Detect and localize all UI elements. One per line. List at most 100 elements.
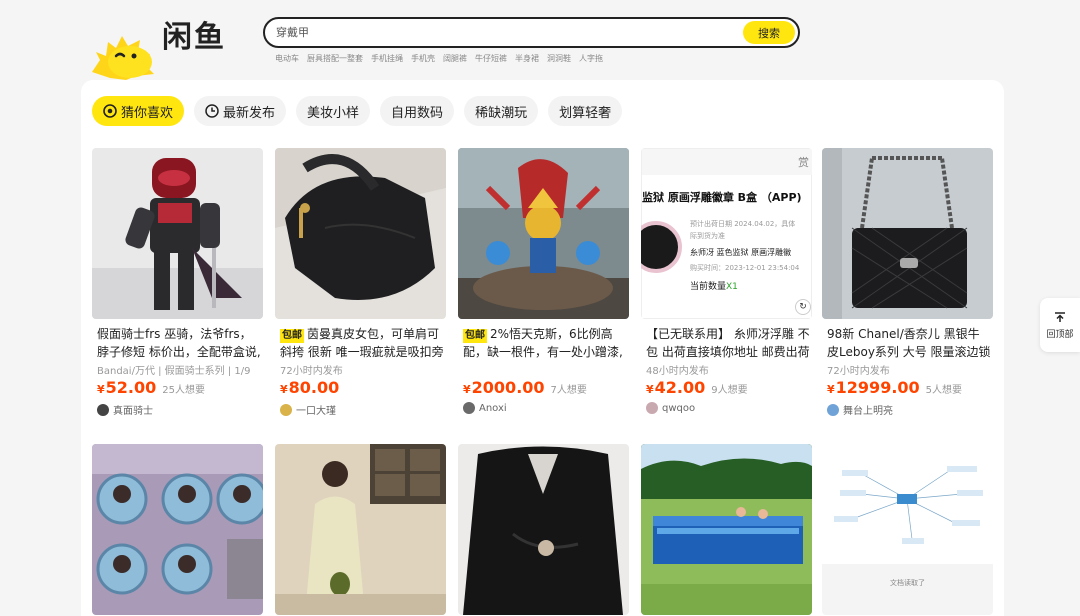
want-count: 9人想要 [711,385,748,396]
eye-icon [103,104,117,118]
product-image[interactable] [822,148,993,319]
product-title[interactable]: 包邮 2%悟天克斯，6比例高配，缺一根件，有一处小蹭漆, [458,325,629,361]
tab-latest[interactable]: 最新发布 [194,96,287,126]
product-image[interactable]: 赏 监狱 原画浮雕徽章 B盒 （APP) 预计出荷日期 2024.04.02，具… [641,148,812,319]
price-row: ¥2000.00 7人想要 [458,378,629,397]
seller-avatar [646,402,658,414]
seller-name: qwqoo [662,402,696,414]
search-bar: 搜索 [263,17,800,48]
product-image[interactable] [458,444,629,615]
product-image[interactable] [458,148,629,319]
want-count: 5人想要 [925,385,963,396]
price-row: ¥12999.00 5人想要 [822,378,993,397]
tab-label: 划算轻奢 [559,105,612,121]
search-input[interactable] [265,19,743,46]
hot-word[interactable]: 牛仔短裤 [475,53,507,64]
seller-avatar [97,403,109,416]
tab-digital[interactable]: 自用数码 [380,96,455,126]
product-title[interactable]: 包邮 茵曼真皮女包，可单肩可斜挎 很新 唯一瑕疵就是吸扣旁 [275,325,446,361]
screenshot-line: 糸师冴 蓝色监狱 原画浮雕徽 [690,248,792,257]
product-card[interactable] [92,444,263,615]
product-card[interactable]: 包邮 2%悟天克斯，6比例高配，缺一根件，有一处小蹭漆, ¥2000.00 7人想… [458,148,629,414]
seller[interactable]: 真面骑士 [92,402,263,417]
seller[interactable]: Anoxi [458,402,629,414]
seller-name: 舞台上明亮 [843,406,893,417]
hot-word[interactable]: 手机挂绳 [371,53,403,64]
tab-rare-toys[interactable]: 稀缺潮玩 [464,96,539,126]
product-card[interactable]: 赏 监狱 原画浮雕徽章 B盒 （APP) 预计出荷日期 2024.04.02，具… [641,148,812,414]
arrow-up-icon [1055,312,1065,322]
hot-word[interactable]: 半身裙 [515,53,539,64]
product-image[interactable] [92,444,263,615]
price-row: ¥52.00 25人想要 [92,378,263,397]
want-count: 25人想要 [162,385,205,396]
product-price: ¥12999.00 [827,378,920,397]
tab-beauty-samples[interactable]: 美妆小样 [296,96,371,126]
price-row: ¥80.00 [275,378,446,397]
xianyu-fish-logo[interactable] [86,30,160,80]
product-price: ¥52.00 [97,378,157,397]
hot-word[interactable]: 人字拖 [579,53,603,64]
seller[interactable]: 舞台上明亮 [822,402,993,417]
product-card[interactable] [641,444,812,615]
product-image[interactable] [92,148,263,319]
seller-name: 真面骑士 [113,406,153,417]
screenshot-qty: 当前数量X1 [690,282,738,292]
tab-affordable-luxury[interactable]: 划算轻奢 [548,96,623,126]
header: 闲鱼 搜索 电动车 厨具搭配一整套 手机挂绳 手机壳 阔腿裤 牛仔短裤 半身裙 … [0,0,1080,80]
search-button[interactable]: 搜索 [743,21,795,44]
free-shipping-badge: 包邮 [463,329,487,343]
tab-label: 自用数码 [391,105,444,121]
tab-label: 猜你喜欢 [121,105,174,121]
product-title[interactable]: 98新 Chanel/香奈儿 黑银牛皮Leboy系列 大号 限量滚边锁链 [822,325,993,361]
hot-word[interactable]: 阔腿裤 [443,53,467,64]
category-tabs: 猜你喜欢 最新发布 美妆小样 自用数码 稀缺潮玩 划算轻奢 [92,96,623,126]
product-price: ¥80.00 [280,378,340,397]
seller[interactable]: 一口大瑾 [275,402,446,417]
hot-word[interactable]: 厨具搭配一整套 [307,53,363,64]
clock-icon [205,104,219,118]
product-card[interactable]: 包邮 茵曼真皮女包，可单肩可斜挎 很新 唯一瑕疵就是吸扣旁 72小时内发布 ¥80… [275,148,446,417]
doc-loading-note: 文档读取了 [890,579,925,587]
screenshot-line: 际到货为准 [690,232,725,240]
product-image[interactable]: 文档读取了 [822,444,993,615]
product-card[interactable] [275,444,446,615]
seller[interactable]: qwqoo [641,402,812,414]
doc-loading-area: 文档读取了 [822,564,993,615]
seller-name: 一口大瑾 [296,406,336,417]
hot-search-words: 电动车 厨具搭配一整套 手机挂绳 手机壳 阔腿裤 牛仔短裤 半身裙 洞洞鞋 人字… [275,53,603,64]
seller-avatar [280,403,292,416]
product-card[interactable]: 文档读取了 [822,444,993,615]
screenshot-line: 购买时间：2023-12-01 23:54:04 [690,264,800,272]
product-price: ¥2000.00 [463,378,545,397]
tab-label: 稀缺潮玩 [475,105,528,121]
product-title[interactable]: 【已无联系用】 糸师冴浮雕 不包 出荷直接填你地址 邮费出荷 [641,325,812,361]
product-card[interactable]: 98新 Chanel/香奈儿 黑银牛皮Leboy系列 大号 限量滚边锁链 72小… [822,148,993,417]
hot-word[interactable]: 电动车 [275,53,299,64]
back-to-top-button[interactable]: 回顶部 [1040,298,1080,352]
product-card[interactable]: 假面骑士frs 巫骑，法爷frs，脖子修短 标价出，全配带盒说, Bandai/… [92,148,263,417]
hot-word[interactable]: 洞洞鞋 [547,53,571,64]
product-image[interactable] [275,148,446,319]
product-card[interactable] [458,444,629,615]
screenshot-heading: 监狱 原画浮雕徽章 B盒 （APP) [642,191,802,204]
hot-word[interactable]: 手机壳 [411,53,435,64]
product-meta: 48小时内发布 [646,366,709,376]
seller-avatar [827,403,839,416]
feed-panel: 猜你喜欢 最新发布 美妆小样 自用数码 稀缺潮玩 划算轻奢 假面骑士frs 巫骑… [81,80,1004,616]
product-image[interactable] [641,444,812,615]
screenshot-line: 预计出荷日期 2024.04.02，具体 [690,220,796,228]
product-meta: Bandai/万代 | 假面骑士系列 | 1/9 [97,366,251,376]
product-meta: 72小时内发布 [280,366,343,376]
screenshot-content: 赏 监狱 原画浮雕徽章 B盒 （APP) 预计出荷日期 2024.04.02，具… [641,148,812,319]
product-meta [458,362,629,376]
product-price: ¥42.00 [646,378,706,397]
price-row: ¥42.00 9人想要 [641,378,812,397]
back-to-top-label: 回顶部 [1046,330,1074,340]
product-image[interactable] [275,444,446,615]
want-count: 7人想要 [550,385,587,396]
tab-label: 美妆小样 [307,105,360,121]
xianyu-logo-text[interactable]: 闲鱼 [162,12,226,56]
product-title[interactable]: 假面骑士frs 巫骑，法爷frs，脖子修短 标价出，全配带盒说, [92,325,263,361]
tab-guess-you-like[interactable]: 猜你喜欢 [92,96,185,126]
